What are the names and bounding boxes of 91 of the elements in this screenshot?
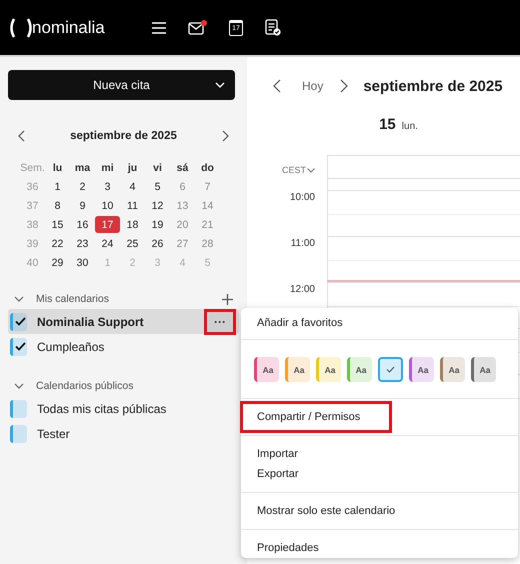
calendar-checkbox[interactable] (10, 312, 27, 330)
color-swatch[interactable]: Aa (285, 357, 310, 382)
check-icon (386, 366, 395, 373)
calendar-day[interactable]: 2 (70, 177, 95, 196)
chevron-down-icon (215, 82, 225, 88)
calendar-day[interactable]: 12 (145, 196, 170, 215)
week-number: 38 (26, 218, 40, 232)
add-icon[interactable] (222, 294, 233, 304)
weekday-label: ju (126, 160, 138, 176)
calendar-day[interactable]: 17 (95, 216, 120, 233)
logo-text: nominalia (32, 18, 105, 38)
menu-item[interactable]: Compartir / Permisos (243, 404, 389, 430)
section-title: Mis calendarios (36, 293, 110, 305)
calendar-day[interactable]: 15 (45, 215, 70, 234)
calendar-item[interactable]: Tester (8, 421, 239, 446)
calendar-day[interactable]: 22 (45, 234, 70, 253)
day-name: lun. (402, 121, 418, 132)
week-number: 37 (26, 198, 40, 214)
new-appointment-button[interactable]: Nueva cita (8, 70, 235, 100)
day-number: 15 (379, 116, 396, 133)
calendar-checkbox[interactable] (10, 338, 27, 356)
chevron-left-icon[interactable] (273, 79, 282, 93)
check-icon (14, 342, 26, 351)
calendar-day[interactable]: 16 (70, 215, 95, 234)
calendar-day[interactable]: 3 (95, 177, 120, 196)
calendar-day[interactable]: 26 (145, 234, 170, 253)
calendar-item[interactable]: Nominalia Support ··· (8, 309, 239, 334)
menu-item[interactable]: Importar (241, 444, 518, 464)
calendar-day[interactable]: 4 (120, 177, 145, 196)
menu-item[interactable]: Propiedades (241, 538, 518, 558)
week-number: 39 (26, 236, 40, 252)
weekday-label: sá (176, 160, 190, 176)
weekday-label: do (200, 160, 215, 176)
calendar-day[interactable]: 8 (45, 196, 70, 215)
calendar-day[interactable]: 25 (120, 234, 145, 253)
calendar-day[interactable]: 23 (70, 234, 95, 253)
week-number: 36 (26, 180, 40, 194)
week-header: Sem. (20, 160, 45, 176)
calendar-name: Nominalia Support (37, 314, 145, 328)
mail-icon[interactable] (188, 20, 207, 36)
month-title: septiembre de 2025 (363, 78, 503, 94)
color-swatch[interactable]: Aa (254, 357, 279, 382)
logo-icon (8, 16, 34, 38)
more-options-button[interactable]: ··· (207, 312, 233, 332)
color-swatch[interactable]: Aa (347, 357, 372, 382)
calendar-day[interactable]: 9 (70, 196, 95, 215)
calendar-day[interactable]: 30 (70, 253, 95, 272)
calendar-checkbox[interactable] (10, 424, 27, 442)
calendar-day[interactable]: 18 (120, 215, 145, 234)
week-number: 40 (26, 256, 40, 270)
calendar-day[interactable]: 5 (145, 177, 170, 196)
weekday-label: ma (74, 160, 92, 176)
chevron-right-icon[interactable] (220, 130, 229, 142)
calendar-name: Tester (37, 426, 71, 440)
calendar-day[interactable]: 29 (45, 253, 70, 272)
calendar-name: Cumpleaños (37, 340, 106, 354)
calendar-day[interactable]: 1 (45, 177, 70, 196)
calendar-day[interactable]: 10 (95, 196, 120, 215)
calendar-day[interactable]: 11 (120, 196, 145, 215)
chevron-down-icon[interactable] (14, 296, 24, 302)
chevron-right-icon[interactable] (339, 79, 348, 93)
section-title: Calendarios públicos (36, 380, 134, 392)
color-swatch[interactable]: Aa (440, 357, 465, 382)
menu-item[interactable]: Exportar (241, 464, 518, 484)
today-button[interactable]: Hoy (302, 79, 324, 93)
hour-label: 11:00 (290, 238, 315, 250)
color-swatch[interactable] (378, 357, 403, 382)
check-icon (14, 317, 26, 326)
chevron-left-icon[interactable] (18, 130, 26, 142)
calendar-day[interactable]: 24 (95, 234, 120, 253)
menu-item[interactable]: Mostrar solo este calendario (241, 501, 518, 521)
hour-label: 12:00 (290, 284, 315, 296)
menu-icon[interactable] (152, 22, 166, 34)
calendar-name: Todas mis citas públicas (37, 402, 168, 416)
weekday-label: vi (152, 160, 163, 176)
calendar-item[interactable]: Cumpleaños (8, 334, 239, 359)
month-title: septiembre de 2025 (70, 130, 177, 142)
calendar-item[interactable]: Todas mis citas públicas (8, 396, 239, 421)
task-icon[interactable] (265, 19, 281, 36)
color-swatch[interactable]: Aa (471, 357, 496, 382)
chevron-down-icon (307, 168, 315, 172)
color-swatch[interactable]: Aa (409, 357, 434, 382)
menu-item[interactable]: Añadir a favoritos (241, 313, 518, 333)
calendar-checkbox[interactable] (10, 400, 27, 418)
hour-label: 10:00 (290, 192, 315, 204)
weekday-label: lu (52, 160, 64, 176)
color-swatch[interactable]: Aa (316, 357, 341, 382)
chevron-down-icon[interactable] (14, 382, 24, 390)
timezone-selector[interactable]: CEST (282, 164, 315, 176)
weekday-label: mi (100, 160, 115, 176)
calendar-day[interactable]: 19 (145, 215, 170, 234)
